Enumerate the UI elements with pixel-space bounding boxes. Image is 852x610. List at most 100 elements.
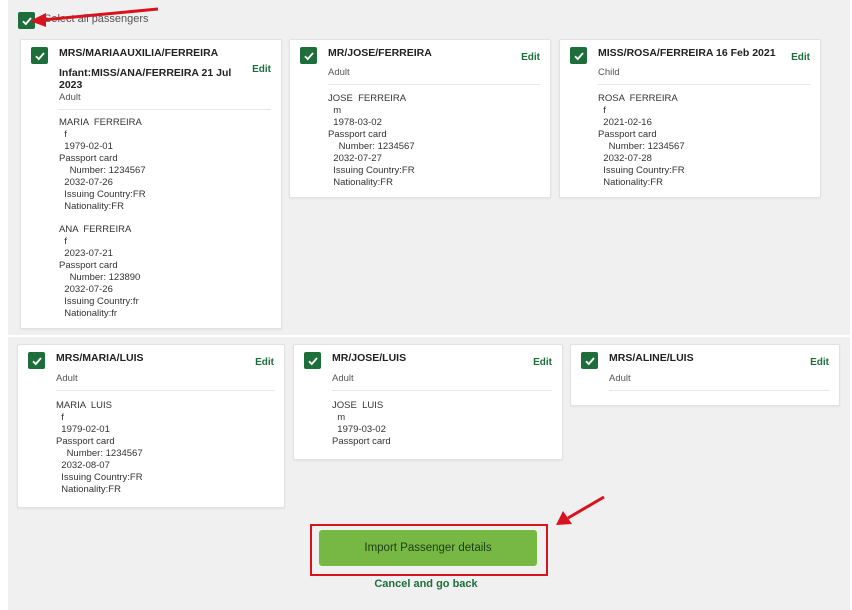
passenger-type: Adult [59,92,81,103]
passenger-details: JOSE FERREIRA m 1978-03-02 Passport card… [328,93,415,189]
card-separator [59,109,271,110]
nationality: Nationality:FR [61,484,121,495]
edit-link[interactable]: Edit [255,357,274,368]
issuing-country: Issuing Country:FR [333,165,415,176]
passenger-card-title: MR/JOSE/FERREIRA [328,47,432,59]
document-type: Passport card [59,260,118,271]
nationality: Nationality:FR [603,177,663,188]
document-expiry: 2032-08-07 [61,460,110,471]
infant-line-2: 2023 [59,79,83,91]
passenger-card: MR/JOSE/FERREIRA Edit Adult JOSE FERREIR… [289,39,551,198]
card-separator [332,390,552,391]
passenger-type: Adult [609,373,631,384]
passenger-dob: 1979-02-01 [61,424,110,435]
passenger-name: ANA FERREIRA [59,224,132,235]
document-number: Number: 123890 [69,272,141,283]
passenger-type: Child [598,67,620,78]
passenger-name: MARIA LUIS [56,400,112,411]
passenger-name: JOSE LUIS [332,400,384,411]
card-separator [598,84,810,85]
checkmark-icon [31,356,42,365]
checkmark-icon [34,51,45,60]
checkmark-icon [573,51,584,60]
select-all-label: Select all passengers [44,13,149,25]
passenger-gender: f [64,236,67,247]
row-divider [8,335,850,337]
passenger-dob: 1978-03-02 [333,117,382,128]
document-expiry: 2032-07-28 [603,153,652,164]
passenger-name: JOSE FERREIRA [328,93,407,104]
select-all-checkbox[interactable] [18,12,35,29]
card-separator [56,390,274,391]
passenger-type: Adult [332,373,354,384]
document-number: Number: 1234567 [608,141,685,152]
issuing-country: Issuing Country:FR [61,472,143,483]
passenger-details: ROSA FERREIRA f 2021-02-16 Passport card… [598,93,685,189]
edit-link[interactable]: Edit [810,357,829,368]
passenger-gender: m [333,105,342,116]
passenger-dob: 1979-02-01 [64,141,113,152]
passenger-checkbox[interactable] [31,47,48,64]
checkmark-icon [21,16,32,25]
nationality: Nationality:fr [64,308,118,319]
document-number: Number: 1234567 [338,141,415,152]
document-type: Passport card [598,129,657,140]
passenger-details: ANA FERREIRA f 2023-07-21 Passport card … [59,224,140,320]
passenger-card: MRS/MARIAAUXILIA/FERREIRA Edit Infant:MI… [20,39,282,329]
passenger-dob: 2023-07-21 [64,248,113,259]
document-expiry: 2032-07-27 [333,153,382,164]
document-type: Passport card [59,153,118,164]
passenger-checkbox[interactable] [304,352,321,369]
passenger-gender: f [64,129,67,140]
passenger-card: MRS/MARIA/LUIS Edit Adult MARIA LUIS f 1… [17,344,285,508]
passenger-dob: 1979-03-02 [337,424,386,435]
card-separator [328,84,540,85]
passenger-card-title: MR/JOSE/LUIS [332,352,407,364]
passenger-card: MISS/ROSA/FERREIRA 16 Feb 2021 Edit Chil… [559,39,821,198]
passenger-gender: f [61,412,64,423]
passenger-card: MRS/ALINE/LUIS Edit Adult [570,344,840,406]
passenger-name: ROSA FERREIRA [598,93,678,104]
passenger-details: JOSE LUIS m 1979-03-02 Passport card [332,400,391,448]
passenger-card-title: MRS/MARIA/LUIS [56,352,144,364]
document-type: Passport card [328,129,387,140]
issuing-country: Issuing Country:FR [603,165,685,176]
document-number: Number: 1234567 [66,448,143,459]
document-type: Passport card [56,436,115,447]
passenger-card: MR/JOSE/LUIS Edit Adult JOSE LUIS m 1979… [293,344,563,460]
edit-link[interactable]: Edit [252,64,271,75]
edit-link[interactable]: Edit [521,52,540,63]
passenger-checkbox[interactable] [28,352,45,369]
issuing-country: Issuing Country:fr [64,296,139,307]
passenger-checkbox[interactable] [581,352,598,369]
passenger-type: Adult [328,67,350,78]
passenger-details: MARIA LUIS f 1979-02-01 Passport card Nu… [56,400,143,496]
cancel-and-go-back-link[interactable]: Cancel and go back [0,578,852,590]
passenger-checkbox[interactable] [570,47,587,64]
edit-link[interactable]: Edit [791,52,810,63]
document-type: Passport card [332,436,391,447]
passenger-card-title: MRS/MARIAAUXILIA/FERREIRA [59,47,219,59]
issuing-country: Issuing Country:FR [64,189,146,200]
edit-link[interactable]: Edit [533,357,552,368]
document-expiry: 2032-07-26 [64,177,113,188]
import-passenger-details-button[interactable]: Import Passenger details [319,530,537,566]
document-expiry: 2032-07-26 [64,284,113,295]
card-separator [609,390,829,391]
passenger-card-title: MRS/ALINE/LUIS [609,352,694,364]
passenger-name: MARIA FERREIRA [59,117,142,128]
passenger-card-title: MISS/ROSA/FERREIRA 16 Feb 2021 [598,47,776,59]
passenger-type: Adult [56,373,78,384]
nationality: Nationality:FR [64,201,124,212]
passenger-gender: f [603,105,606,116]
checkmark-icon [303,51,314,60]
checkmark-icon [584,356,595,365]
nationality: Nationality:FR [333,177,393,188]
checkmark-icon [307,356,318,365]
passenger-details: MARIA FERREIRA f 1979-02-01 Passport car… [59,117,146,213]
passenger-checkbox[interactable] [300,47,317,64]
infant-line-1: Infant:MISS/ANA/FERREIRA 21 Jul [59,67,232,79]
passenger-gender: m [337,412,346,423]
passenger-dob: 2021-02-16 [603,117,652,128]
document-number: Number: 1234567 [69,165,146,176]
